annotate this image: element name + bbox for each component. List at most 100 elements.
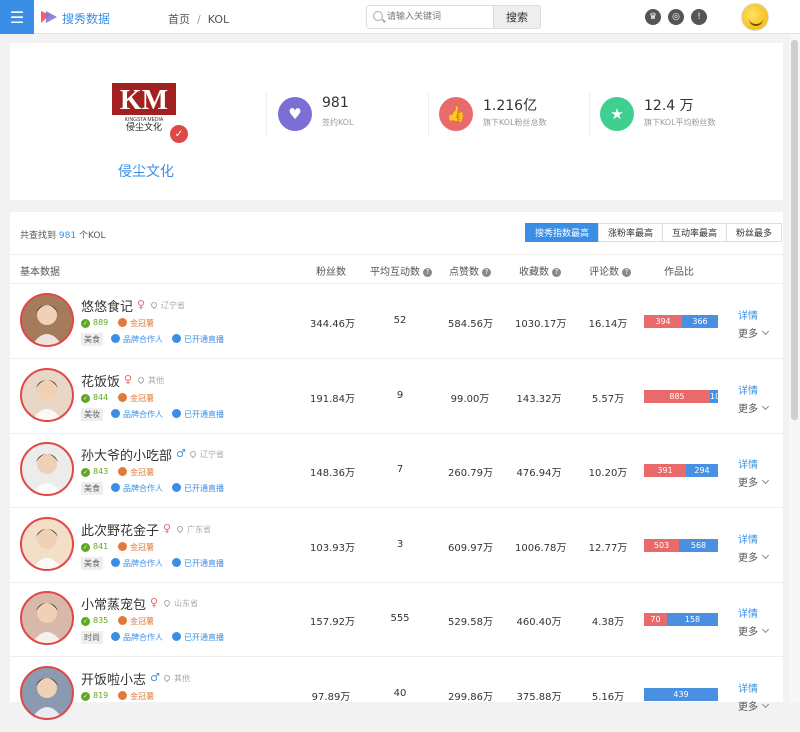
kol-score: ✓ 843 — [81, 467, 109, 477]
brand-partner-badge: 品牌合作人 — [111, 483, 163, 494]
detail-link[interactable]: 详情 — [738, 307, 758, 322]
stat-value: 981 — [322, 95, 349, 111]
live-badge: 已开通直播 — [172, 408, 224, 420]
user-avatar[interactable] — [741, 3, 769, 31]
kol-avatar[interactable] — [20, 591, 74, 645]
detail-link[interactable]: 详情 — [738, 456, 758, 471]
fans-count: 103.93万 — [310, 542, 355, 554]
table-row[interactable]: 悠悠食记 ♀ 辽宁省 ✓ 889 金冠薯 美食 品牌合作人 已开通直播 344.46万 5… — [10, 285, 783, 359]
kol-name[interactable]: 小常蒸宠包 — [81, 594, 146, 613]
kol-name[interactable]: 悠悠食记 — [81, 296, 133, 315]
location-icon — [162, 598, 172, 608]
works-red-segment: 885 — [644, 389, 710, 403]
brand-partner-badge: 品牌合作人 — [111, 408, 163, 420]
col-comments[interactable]: 评论数? — [589, 263, 631, 278]
more-dropdown[interactable]: 更多 — [738, 325, 770, 340]
score-icon: ✓ — [81, 468, 90, 477]
kol-name[interactable]: 开饭啦小志 — [81, 669, 146, 688]
scrollbar-thumb[interactable] — [791, 40, 798, 420]
kol-name[interactable]: 花饭饭 — [81, 371, 120, 390]
more-dropdown[interactable]: 更多 — [738, 400, 770, 415]
more-dropdown[interactable]: 更多 — [738, 474, 770, 489]
stat-value: 12.4 万 — [644, 98, 694, 114]
live-icon — [172, 483, 181, 492]
col-works-ratio: 作品比 — [664, 267, 694, 278]
more-dropdown[interactable]: 更多 — [738, 698, 770, 713]
breadcrumb-home[interactable]: 首页 — [168, 13, 190, 26]
fans-count: 344.46万 — [310, 319, 355, 330]
alert-icon[interactable]: ! — [691, 9, 707, 25]
location: 广东省 — [175, 524, 211, 535]
col-favorites[interactable]: 收藏数? — [519, 263, 561, 278]
brand-partner-badge: 品牌合作人 — [111, 632, 163, 643]
location-icon — [175, 524, 185, 533]
kol-score: ✓ 819 — [81, 690, 109, 701]
favorites-count: 460.40万 — [516, 617, 562, 628]
kol-avatar[interactable] — [20, 367, 74, 422]
medal-icon — [118, 318, 127, 327]
org-card: KM KINGSTA MEDIA 侵尘文化 ✓ 侵尘文化 ♥ 981 签约KOL… — [10, 43, 783, 200]
table-row[interactable]: 此次野花金子 ♀ 广东省 ✓ 841 金冠薯 美食 品牌合作人 已开通直播 103.93万… — [10, 509, 783, 583]
live-icon — [172, 632, 181, 641]
kol-avatar[interactable] — [20, 293, 74, 347]
detail-link[interactable]: 详情 — [738, 382, 758, 397]
sort-index[interactable]: 搜秀指数最高 — [525, 223, 600, 242]
menu-icon[interactable]: ☰ — [0, 0, 34, 34]
comments-count: 10.20万 — [588, 468, 628, 479]
works-blue-segment: 439 — [644, 687, 718, 701]
chevron-down-icon — [761, 327, 770, 336]
search-icon — [373, 11, 383, 21]
kol-avatar[interactable] — [20, 442, 74, 496]
kol-avatar[interactable] — [20, 516, 74, 571]
search-input[interactable] — [387, 9, 487, 25]
table-row[interactable]: 孙大爷的小吃部 ♂ 辽宁省 ✓ 843 金冠薯 美食 品牌合作人 已开通直播 148.36… — [10, 434, 783, 508]
col-likes[interactable]: 点赞数? — [449, 263, 491, 278]
comments-count: 12.77万 — [588, 542, 628, 554]
app-name[interactable]: 搜秀数据 — [62, 10, 110, 27]
col-avg-interaction[interactable]: 平均互动数? — [370, 263, 432, 278]
search-button[interactable]: 搜索 — [493, 5, 541, 29]
score-icon: ✓ — [81, 542, 90, 552]
kol-name[interactable]: 此次野花金子 — [81, 520, 159, 539]
works-blue-segment: 568 — [679, 538, 718, 552]
gender-icon: ♀ — [163, 521, 172, 535]
sort-interaction[interactable]: 互动率最高 — [662, 223, 728, 242]
bell-icon[interactable]: ◎ — [668, 9, 684, 25]
table-row[interactable]: 花饭饭 ♀ 其他 ✓ 844 金冠薯 美妆 品牌合作人 已开通直播 191.84万 9 9… — [10, 360, 783, 434]
favorites-count: 1030.17万 — [515, 319, 567, 330]
kol-avatar[interactable] — [20, 665, 74, 720]
live-badge: 已开通直播 — [172, 557, 224, 569]
table-row[interactable]: 开饭啦小志 ♂ 其他 ✓ 819 金冠薯 97.89万 40 299.86万 375… — [10, 658, 783, 732]
kol-score: ✓ 835 — [81, 616, 109, 626]
comments-count: 4.38万 — [591, 617, 625, 628]
location-icon — [149, 300, 159, 310]
medal-icon — [118, 690, 127, 700]
favorites-count: 1006.78万 — [515, 542, 567, 554]
score-icon: ✓ — [81, 319, 90, 328]
table-row[interactable]: 小常蒸宠包 ♀ 山东省 ✓ 835 金冠薯 时尚 品牌合作人 已开通直播 157.92万 … — [10, 583, 783, 657]
detail-link[interactable]: 详情 — [738, 680, 758, 695]
partner-icon — [111, 483, 120, 492]
live-icon — [172, 334, 181, 343]
location: 辽宁省 — [188, 449, 224, 460]
help-icon: ? — [552, 267, 561, 277]
org-name[interactable]: 侵尘文化 — [118, 161, 174, 181]
chevron-down-icon — [761, 551, 770, 559]
detail-link[interactable]: 详情 — [738, 531, 758, 546]
likes-count: 609.97万 — [448, 542, 493, 554]
crown-icon[interactable]: ♛ — [645, 9, 661, 25]
fans-count: 148.36万 — [310, 468, 355, 479]
detail-link[interactable]: 详情 — [738, 605, 758, 620]
kol-name[interactable]: 孙大爷的小吃部 — [81, 445, 172, 464]
sort-fans[interactable]: 粉丝最多 — [726, 223, 783, 242]
likes-count: 584.56万 — [448, 319, 493, 330]
stat-label: 旗下KOL平均粉丝数 — [644, 118, 716, 127]
col-fans[interactable]: 粉丝数 — [316, 263, 346, 278]
sort-tabs: 搜秀指数最高 涨粉率最高 互动率最高 粉丝最多 — [525, 223, 783, 242]
sort-growth[interactable]: 涨粉率最高 — [598, 223, 664, 242]
more-dropdown[interactable]: 更多 — [738, 623, 770, 638]
fans-count: 97.89万 — [311, 691, 351, 703]
gender-icon: ♀ — [137, 298, 146, 311]
gender-icon: ♂ — [176, 447, 186, 460]
more-dropdown[interactable]: 更多 — [738, 549, 770, 564]
